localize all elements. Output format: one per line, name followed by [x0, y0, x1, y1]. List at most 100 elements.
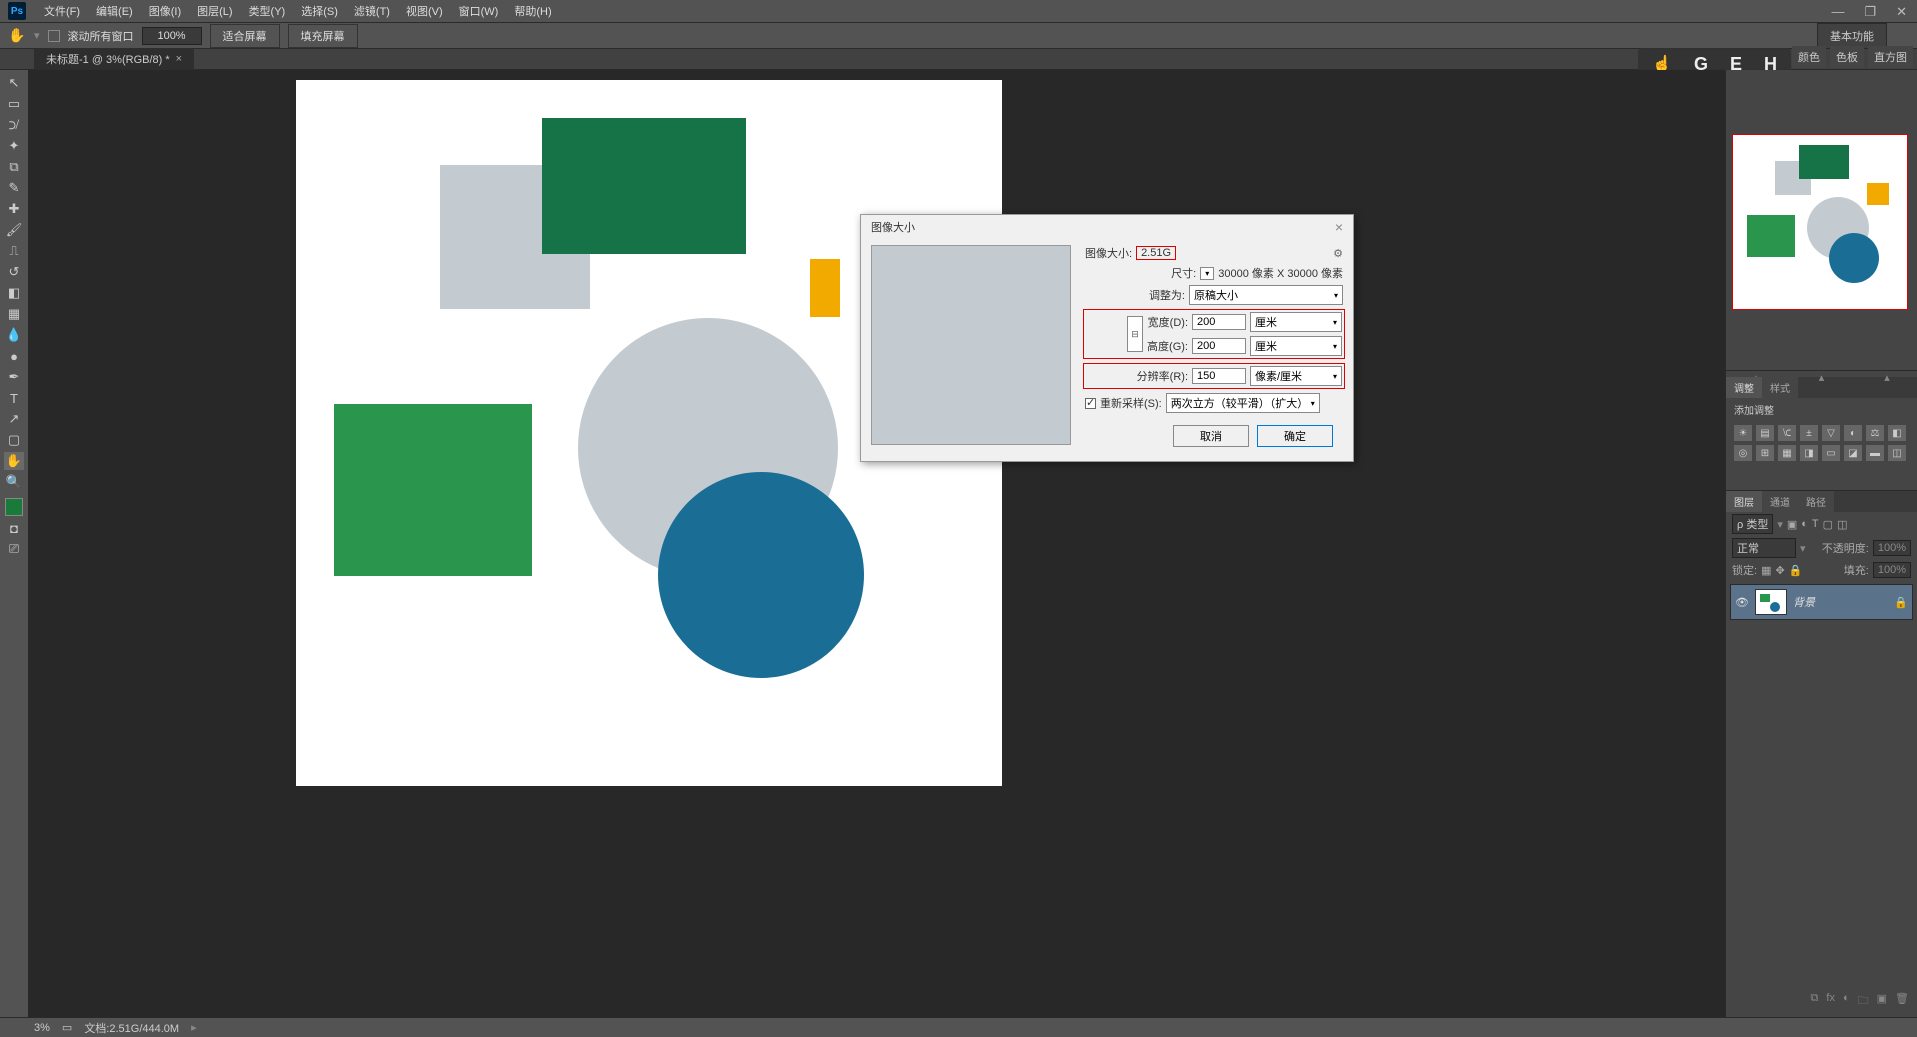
- menu-edit[interactable]: 编辑(E): [88, 0, 141, 23]
- document-tab[interactable]: 未标题-1 @ 3%(RGB/8) * ×: [34, 48, 194, 70]
- hand-tool[interactable]: ✋: [4, 452, 24, 470]
- maximize-button[interactable]: ❐: [1860, 2, 1880, 22]
- close-button[interactable]: ✕: [1892, 2, 1911, 22]
- channels-tab[interactable]: 通道: [1762, 491, 1798, 512]
- marquee-tool[interactable]: ▭: [4, 95, 24, 113]
- minimize-button[interactable]: —: [1827, 2, 1848, 22]
- filter-adjustment-icon[interactable]: ◐: [1801, 518, 1808, 530]
- eraser-tool[interactable]: ◧: [4, 284, 24, 302]
- lookup-icon[interactable]: ▦: [1778, 445, 1796, 461]
- photo-filter-icon[interactable]: ◎: [1734, 445, 1752, 461]
- zoom-input[interactable]: [142, 27, 202, 45]
- hue-icon[interactable]: ◐: [1844, 425, 1862, 441]
- delete-layer-icon[interactable]: 🗑: [1895, 992, 1909, 1011]
- new-layer-icon[interactable]: ▣: [1877, 992, 1887, 1011]
- menu-file[interactable]: 文件(F): [36, 0, 88, 23]
- lasso-tool[interactable]: ⟉: [4, 116, 24, 134]
- menu-filter[interactable]: 滤镜(T): [346, 0, 398, 23]
- layer-style-icon[interactable]: fx: [1826, 992, 1835, 1011]
- quick-mask-toggle[interactable]: ◘: [4, 519, 24, 537]
- screen-mode-toggle[interactable]: ⎚: [4, 540, 24, 558]
- curves-icon[interactable]: ⟈: [1778, 425, 1796, 441]
- gradient-map-icon[interactable]: ▬: [1866, 445, 1884, 461]
- status-doc-info[interactable]: 文档:2.51G/444.0M: [84, 1020, 179, 1036]
- invert-icon[interactable]: ◨: [1800, 445, 1818, 461]
- width-unit-select[interactable]: 厘米▾: [1250, 312, 1342, 332]
- pen-tool[interactable]: ✒: [4, 368, 24, 386]
- width-input[interactable]: [1192, 314, 1246, 330]
- lock-position-icon[interactable]: ✥: [1775, 564, 1784, 577]
- link-layers-icon[interactable]: ⧉: [1811, 992, 1819, 1011]
- dialog-close-icon[interactable]: ×: [1335, 219, 1343, 235]
- filter-shape-icon[interactable]: ▢: [1823, 518, 1833, 531]
- magic-wand-tool[interactable]: ✦: [4, 137, 24, 155]
- vibrance-icon[interactable]: ▽: [1822, 425, 1840, 441]
- layer-row[interactable]: 👁 背景 🔒: [1730, 584, 1913, 620]
- filter-type-icon[interactable]: T: [1812, 518, 1819, 530]
- resample-checkbox[interactable]: [1085, 398, 1096, 409]
- menu-select[interactable]: 选择(S): [293, 0, 346, 23]
- brightness-icon[interactable]: ☀: [1734, 425, 1752, 441]
- height-unit-select[interactable]: 厘米▾: [1250, 336, 1342, 356]
- selective-color-icon[interactable]: ◫: [1888, 445, 1906, 461]
- styles-tab[interactable]: 样式: [1762, 377, 1798, 398]
- layer-name[interactable]: 背景: [1793, 594, 1815, 610]
- brush-tool[interactable]: 🖌: [4, 221, 24, 239]
- crop-tool[interactable]: ⧉: [4, 158, 24, 176]
- lock-icon[interactable]: 🔒: [1894, 596, 1908, 609]
- height-input[interactable]: [1192, 338, 1246, 354]
- ok-button[interactable]: 确定: [1257, 425, 1333, 447]
- menu-view[interactable]: 视图(V): [398, 0, 451, 23]
- posterize-icon[interactable]: ▭: [1822, 445, 1840, 461]
- exposure-icon[interactable]: ±: [1800, 425, 1818, 441]
- menu-type[interactable]: 类型(Y): [241, 0, 294, 23]
- color-balance-icon[interactable]: ⚖: [1866, 425, 1884, 441]
- cancel-button[interactable]: 取消: [1173, 425, 1249, 447]
- blend-mode-select[interactable]: 正常: [1732, 538, 1796, 558]
- type-tool[interactable]: T: [4, 389, 24, 407]
- layer-mask-icon[interactable]: ◐: [1843, 992, 1850, 1011]
- layer-filter-select[interactable]: ρ 类型: [1732, 514, 1773, 534]
- threshold-icon[interactable]: ◪: [1844, 445, 1862, 461]
- dimensions-unit-toggle[interactable]: ▾: [1200, 267, 1214, 280]
- dodge-tool[interactable]: ●: [4, 347, 24, 365]
- fill-screen-button[interactable]: 填充屏幕: [288, 24, 358, 48]
- status-zoom[interactable]: 3%: [34, 1022, 50, 1034]
- zoom-tool[interactable]: 🔍: [4, 473, 24, 491]
- resample-select[interactable]: 两次立方（较平滑）（扩大）▾: [1166, 393, 1320, 413]
- gradient-tool[interactable]: ▦: [4, 305, 24, 323]
- foreground-color[interactable]: [5, 498, 23, 516]
- menu-help[interactable]: 帮助(H): [506, 0, 559, 23]
- workspace-switcher[interactable]: 基本功能: [1817, 23, 1887, 49]
- visibility-icon[interactable]: 👁: [1735, 596, 1749, 609]
- lock-all-icon[interactable]: 🔒: [1789, 564, 1803, 577]
- move-tool[interactable]: ↖: [4, 74, 24, 92]
- dialog-titlebar[interactable]: 图像大小 ×: [861, 215, 1353, 239]
- color-tab[interactable]: 颜色: [1792, 46, 1826, 68]
- paths-tab[interactable]: 路径: [1798, 491, 1834, 512]
- swatches-tab[interactable]: 色板: [1830, 46, 1864, 68]
- fit-to-select[interactable]: 原稿大小▾: [1189, 285, 1343, 305]
- layer-thumbnail[interactable]: [1755, 589, 1787, 615]
- gear-icon[interactable]: ⚙: [1333, 247, 1343, 260]
- fit-screen-button[interactable]: 适合屏幕: [210, 24, 280, 48]
- filter-image-icon[interactable]: ▣: [1787, 518, 1797, 531]
- channel-mixer-icon[interactable]: ⊞: [1756, 445, 1774, 461]
- path-selection-tool[interactable]: ↗: [4, 410, 24, 428]
- levels-icon[interactable]: ▤: [1756, 425, 1774, 441]
- fill-input[interactable]: 100%: [1873, 562, 1911, 578]
- blur-tool[interactable]: 💧: [4, 326, 24, 344]
- canvas-area[interactable]: 图像大小 × 图像大小: 2.51G ⚙ 尺寸: ▾ 30000 像素 X 30…: [28, 70, 1917, 1017]
- shape-tool[interactable]: ▢: [4, 431, 24, 449]
- menu-image[interactable]: 图像(I): [141, 0, 189, 23]
- healing-brush-tool[interactable]: ✚: [4, 200, 24, 218]
- resolution-unit-select[interactable]: 像素/厘米▾: [1250, 366, 1342, 386]
- new-group-icon[interactable]: 🗀: [1858, 992, 1869, 1011]
- histogram-tab[interactable]: 直方图: [1868, 46, 1913, 68]
- close-icon[interactable]: ×: [176, 53, 182, 65]
- filter-smart-icon[interactable]: ◫: [1837, 518, 1847, 531]
- adjustments-tab[interactable]: 调整: [1726, 377, 1762, 398]
- history-brush-tool[interactable]: ↺: [4, 263, 24, 281]
- navigator-preview[interactable]: [1732, 134, 1908, 310]
- clone-stamp-tool[interactable]: ⎍: [4, 242, 24, 260]
